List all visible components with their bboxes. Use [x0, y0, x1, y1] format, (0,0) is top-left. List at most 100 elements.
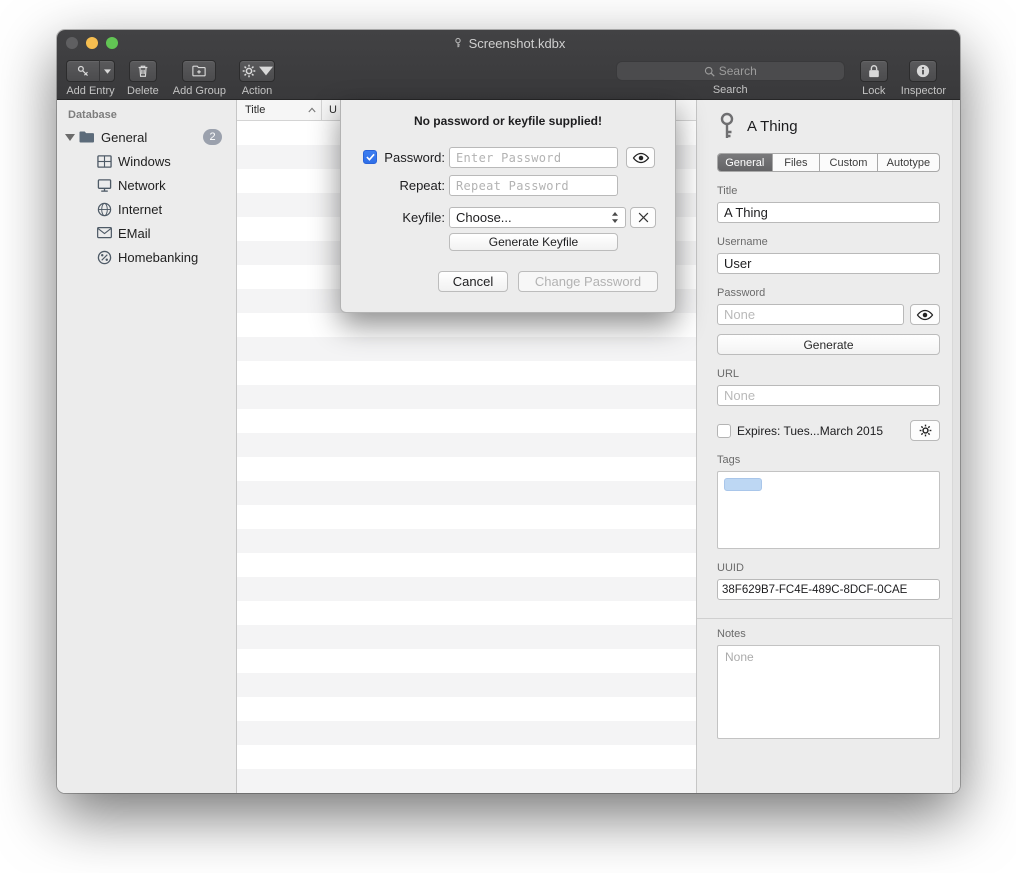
entry-count-badge: 2: [203, 129, 222, 145]
inspector-item: Inspector: [901, 60, 946, 97]
show-password-button[interactable]: [626, 147, 655, 168]
disclosure-triangle-icon[interactable]: [65, 134, 75, 141]
lock-item: Lock: [860, 60, 888, 97]
keyfile-popup[interactable]: Choose...: [449, 207, 626, 228]
globe-icon: [97, 202, 112, 217]
eye-icon: [632, 152, 650, 164]
generate-keyfile-button[interactable]: Generate Keyfile: [449, 233, 618, 251]
search-input[interactable]: Search: [616, 61, 845, 81]
username-label: Username: [717, 236, 940, 249]
password-row: Password:: [341, 147, 675, 168]
divider: [697, 618, 960, 619]
popup-stepper-icon: [611, 211, 619, 224]
keyfile-row: Keyfile: Choose...: [341, 207, 675, 228]
search-item: Search Search: [616, 60, 845, 96]
folder-plus-icon: [192, 64, 206, 78]
titlebar[interactable]: Screenshot.kdbx: [57, 30, 960, 56]
password-field[interactable]: [717, 304, 904, 325]
change-password-button[interactable]: Change Password: [518, 271, 658, 292]
inspector-scrollbar[interactable]: [952, 100, 960, 793]
window-header: Screenshot.kdbx Add Entry: [57, 30, 960, 100]
lock-label: Lock: [862, 85, 885, 97]
gear-icon: [242, 64, 256, 78]
search-placeholder: Search: [719, 64, 757, 78]
sidebar-section-header: Database: [57, 100, 236, 125]
notes-label: Notes: [717, 628, 940, 641]
url-label: URL: [717, 368, 940, 381]
add-group-item: Add Group: [173, 60, 226, 97]
sidebar-item-general[interactable]: General 2: [57, 125, 236, 149]
tab-label: Files: [784, 157, 807, 169]
search-label: Search: [713, 84, 748, 96]
sort-ascending-icon: [308, 107, 316, 113]
show-password-button[interactable]: [910, 304, 940, 325]
tags-label: Tags: [717, 454, 940, 467]
add-entry-label: Add Entry: [66, 85, 114, 97]
monitor-icon: [97, 178, 112, 193]
url-field[interactable]: [717, 385, 940, 406]
username-field[interactable]: [717, 253, 940, 274]
add-entry-dropdown[interactable]: [99, 60, 115, 82]
uuid-label: UUID: [717, 562, 940, 575]
change-password-label: Change Password: [535, 274, 641, 289]
expires-label: Expires: Tues...March 2015: [737, 424, 904, 438]
key-icon: [717, 111, 737, 141]
tab-autotype[interactable]: Autotype: [878, 154, 939, 171]
info-circle-icon: [916, 64, 930, 78]
generate-password-button[interactable]: Generate: [717, 334, 940, 355]
sidebar-item-network[interactable]: Network: [57, 173, 236, 197]
add-group-button[interactable]: [182, 60, 216, 82]
notes-placeholder: None: [725, 650, 754, 664]
add-entry-item: Add Entry: [66, 60, 115, 97]
clear-keyfile-button[interactable]: [630, 207, 656, 228]
password-label: Password: [717, 287, 940, 300]
repeat-password-input[interactable]: [449, 175, 618, 196]
add-entry-button[interactable]: [66, 60, 115, 82]
inspector-button[interactable]: [909, 60, 937, 82]
title-label: Title: [717, 185, 940, 198]
expires-settings-button[interactable]: [910, 420, 940, 441]
sidebar-item-email[interactable]: EMail: [57, 221, 236, 245]
keyfile-value: Choose...: [456, 210, 512, 225]
lock-button[interactable]: [860, 60, 888, 82]
close-button[interactable]: [66, 37, 78, 49]
tag-chip[interactable]: [724, 478, 762, 491]
folder-icon: [79, 130, 95, 144]
cancel-button[interactable]: Cancel: [438, 271, 508, 292]
delete-item: Delete: [127, 60, 159, 97]
expires-checkbox[interactable]: [717, 424, 731, 438]
expires-row: Expires: Tues...March 2015: [717, 420, 940, 441]
column-header-title[interactable]: Title: [237, 100, 322, 120]
tab-files[interactable]: Files: [773, 154, 821, 171]
entry-header: A Thing: [717, 108, 940, 144]
cancel-label: Cancel: [453, 274, 493, 289]
action-label: Action: [242, 85, 273, 97]
sidebar-item-internet[interactable]: Internet: [57, 197, 236, 221]
sidebar: Database General 2 Windows Network: [57, 100, 237, 793]
inspector-label: Inspector: [901, 85, 946, 97]
minimize-button[interactable]: [86, 37, 98, 49]
sidebar-item-label: Network: [118, 178, 236, 193]
sidebar-item-windows[interactable]: Windows: [57, 149, 236, 173]
add-entry-main[interactable]: [66, 60, 99, 82]
padlock-icon: [867, 64, 881, 78]
inspector-content: A Thing General Files Custom Autotype Ti…: [697, 100, 960, 739]
generate-label: Generate: [803, 338, 853, 352]
title-field[interactable]: [717, 202, 940, 223]
action-button[interactable]: [239, 60, 275, 82]
window-title: Screenshot.kdbx: [57, 36, 960, 51]
zoom-button[interactable]: [106, 37, 118, 49]
window-grid-icon: [97, 154, 112, 169]
percent-coin-icon: [97, 250, 112, 265]
tab-custom[interactable]: Custom: [820, 154, 877, 171]
password-input[interactable]: [449, 147, 618, 168]
tab-general[interactable]: General: [718, 154, 773, 171]
delete-button[interactable]: [129, 60, 157, 82]
toolbar: Add Entry Delete Add Group: [57, 56, 960, 97]
uuid-field[interactable]: [717, 579, 940, 600]
generate-keyfile-label: Generate Keyfile: [489, 235, 578, 249]
sidebar-item-homebanking[interactable]: Homebanking: [57, 245, 236, 269]
repeat-label: Repeat:: [341, 175, 445, 196]
tags-field[interactable]: [717, 471, 940, 549]
notes-field[interactable]: None: [717, 645, 940, 739]
